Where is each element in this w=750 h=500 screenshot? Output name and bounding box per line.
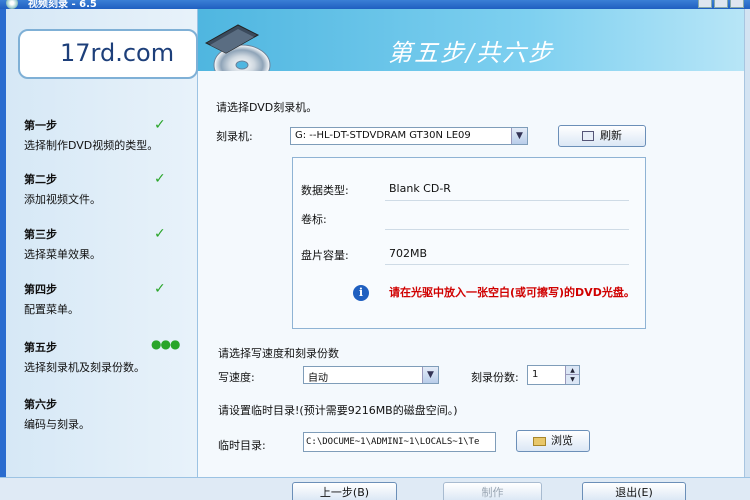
step-2: 第二步 添加视频文件。 ✓ <box>24 171 194 207</box>
step-desc: 选择刻录机及刻录份数。 <box>24 361 145 374</box>
refresh-button-label: 刷新 <box>600 129 622 142</box>
step-desc: 编码与刻录。 <box>24 418 90 431</box>
header-banner: 第五步/共六步 <box>198 9 750 86</box>
footer-bar: 上一步(B) 制作 退出(E) <box>0 477 750 500</box>
info-icon: i <box>353 285 369 301</box>
stepper-down-icon[interactable]: ▼ <box>565 375 579 384</box>
temp-dir-input[interactable]: C:\DOCUME~1\ADMINI~1\LOCALS~1\Te <box>303 432 496 452</box>
refresh-button[interactable]: 刷新 <box>558 125 646 147</box>
step-heading: 第五步/共六步 <box>388 39 555 67</box>
check-icon: ✓ <box>154 226 166 242</box>
insert-disc-warning: 请在光驱中放入一张空白(或可擦写)的DVD光盘。 <box>389 286 635 299</box>
speed-select-value: 自动 <box>308 373 328 384</box>
close-button[interactable] <box>730 0 744 8</box>
step-name: 第四步 <box>24 283 57 296</box>
back-button[interactable]: 上一步(B) <box>292 482 397 500</box>
step-name: 第六步 <box>24 398 57 411</box>
temp-dir-label: 临时目录: <box>218 439 266 452</box>
step-3: 第三步 选择菜单效果。 ✓ <box>24 226 194 262</box>
exit-button[interactable]: 退出(E) <box>582 482 686 500</box>
copies-label: 刻录份数: <box>471 371 519 384</box>
copies-value: 1 <box>532 369 539 380</box>
step-name: 第一步 <box>24 119 57 132</box>
minimize-button[interactable] <box>698 0 712 8</box>
window-right-edge <box>744 9 750 477</box>
step-desc: 选择菜单效果。 <box>24 248 101 261</box>
make-button[interactable]: 制作 <box>443 482 542 500</box>
speed-label: 写速度: <box>218 371 255 384</box>
capacity-value: 702MB <box>389 247 428 260</box>
logo: 17rd.com <box>60 39 175 67</box>
step-5: 第五步 选择刻录机及刻录份数。 ●●● <box>24 337 194 375</box>
progress-dots-icon: ●●● <box>151 337 180 351</box>
select-burner-prompt: 请选择DVD刻录机。 <box>216 101 318 114</box>
step-desc: 配置菜单。 <box>24 303 79 316</box>
refresh-icon <box>582 131 594 141</box>
step-desc: 添加视频文件。 <box>24 193 101 206</box>
burner-select-value: G: --HL-DT-STDVDRAM GT30N LE09 <box>295 130 471 141</box>
step-name: 第三步 <box>24 228 57 241</box>
burner-label: 刻录机: <box>216 130 253 143</box>
maximize-button[interactable] <box>714 0 728 8</box>
title-bar: 视频刻录 - 6.5 <box>0 0 750 10</box>
capacity-label: 盘片容量: <box>301 249 349 262</box>
app-icon <box>6 0 18 9</box>
temp-dir-prompt: 请设置临时目录!(预计需要9216MB的磁盘空间。) <box>218 404 458 417</box>
disc-type-value: Blank CD-R <box>389 182 451 195</box>
browse-button-label: 浏览 <box>551 434 573 447</box>
main-content: 请选择DVD刻录机。 刻录机: G: --HL-DT-STDVDRAM GT30… <box>198 71 750 477</box>
divider <box>385 200 629 201</box>
check-icon: ✓ <box>154 171 166 187</box>
step-desc: 选择制作DVD视频的类型。 <box>24 139 159 152</box>
step-4: 第四步 配置菜单。 ✓ <box>24 281 194 317</box>
stepper-up-icon[interactable]: ▲ <box>565 366 579 375</box>
divider <box>385 229 629 230</box>
folder-icon <box>533 436 546 446</box>
disc-info-panel: 数据类型: Blank CD-R 卷标: 盘片容量: 702MB i 请在光驱中… <box>292 157 646 329</box>
check-icon: ✓ <box>154 117 166 133</box>
chevron-down-icon[interactable]: ▼ <box>511 128 527 144</box>
steps-sidebar: 17rd.com 第一步 选择制作DVD视频的类型。 ✓ 第二步 添加视频文件。… <box>6 9 198 477</box>
divider <box>385 264 629 265</box>
step-1: 第一步 选择制作DVD视频的类型。 ✓ <box>24 117 194 153</box>
copies-stepper[interactable]: 1 ▲ ▼ <box>527 365 580 385</box>
browse-button[interactable]: 浏览 <box>516 430 590 452</box>
logo-box: 17rd.com <box>18 29 198 79</box>
step-name: 第二步 <box>24 173 57 186</box>
volume-label: 卷标: <box>301 213 327 226</box>
burner-select[interactable]: G: --HL-DT-STDVDRAM GT30N LE09 ▼ <box>290 127 528 145</box>
step-6: 第六步 编码与刻录。 <box>24 396 194 432</box>
disc-type-label: 数据类型: <box>301 184 349 197</box>
chevron-down-icon[interactable]: ▼ <box>422 367 438 383</box>
speed-section-label: 请选择写速度和刻录份数 <box>218 347 339 360</box>
check-icon: ✓ <box>154 281 166 297</box>
speed-select[interactable]: 自动 ▼ <box>303 366 439 384</box>
